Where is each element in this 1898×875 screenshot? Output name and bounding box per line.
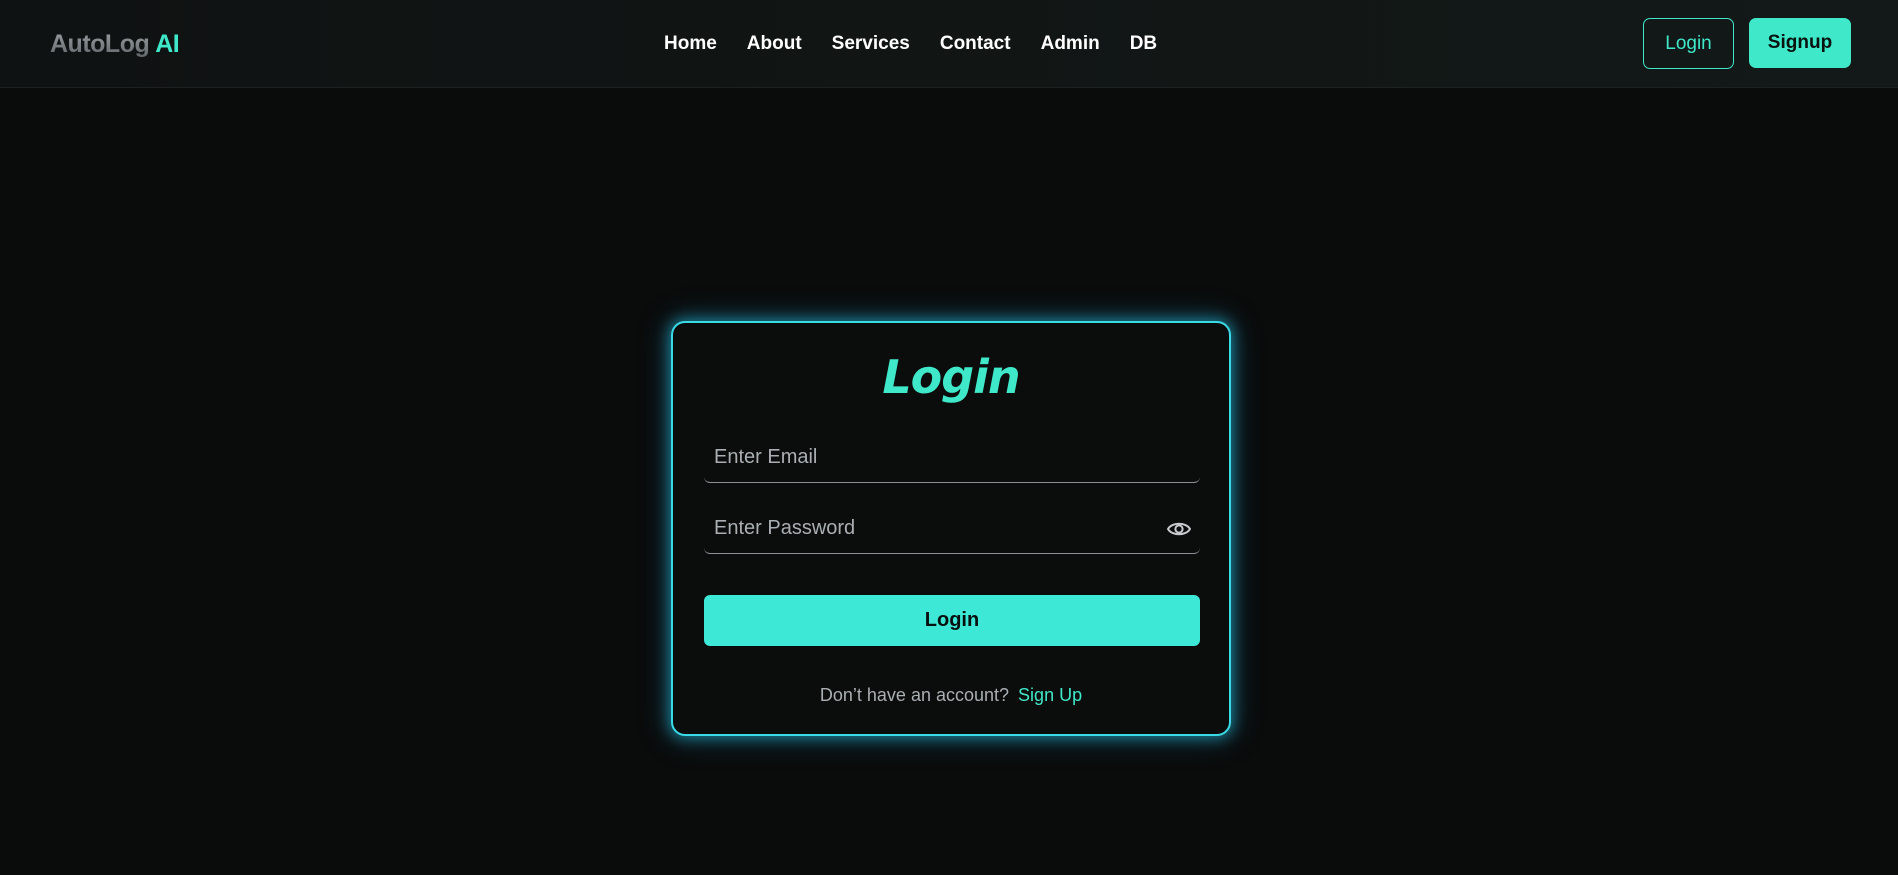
email-input[interactable] [704,433,1200,482]
top-navbar: AutoLog AI Home About Services Contact Ad… [0,0,1898,88]
password-field-wrapper [704,504,1200,554]
nav-link-contact[interactable]: Contact [940,30,1011,58]
login-submit-button[interactable]: Login [704,595,1200,646]
email-field-wrapper [704,433,1200,483]
nav-link-home[interactable]: Home [664,30,717,58]
brand-logo[interactable]: AutoLog AI [50,28,180,60]
nav-login-button[interactable]: Login [1643,18,1734,69]
nav-links: Home About Services Contact Admin DB [664,30,1157,58]
brand-name: AutoLog [50,30,150,58]
eye-icon[interactable] [1166,518,1192,540]
login-title: Login [882,350,1020,404]
brand-accent: AI [155,30,180,58]
signup-link[interactable]: Sign Up [1018,685,1082,705]
nav-link-about[interactable]: About [747,30,802,58]
login-card: Login Login Don’t have an account? Sign … [671,321,1231,736]
no-account-text: Don’t have an account? [819,685,1010,705]
nav-link-db[interactable]: DB [1130,30,1157,58]
signup-prompt: Don’t have an account? Sign Up [673,683,1229,707]
nav-signup-button[interactable]: Signup [1749,18,1851,68]
nav-link-services[interactable]: Services [832,30,910,58]
nav-link-admin[interactable]: Admin [1041,30,1100,58]
password-input[interactable] [704,504,1200,553]
